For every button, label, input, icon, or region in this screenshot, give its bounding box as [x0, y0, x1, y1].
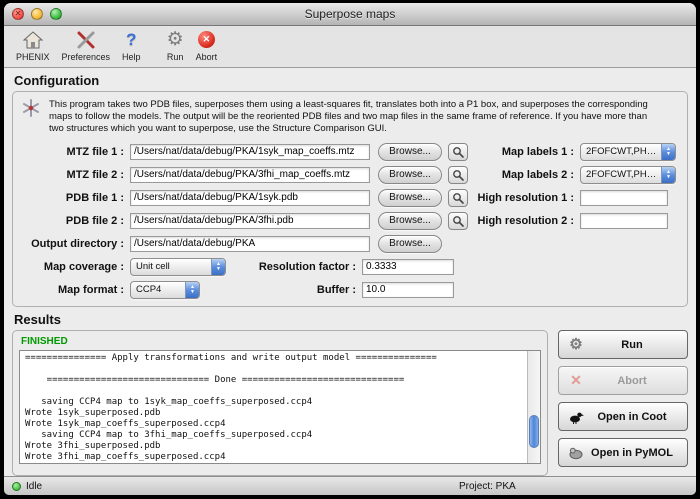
- abort-button-label: Abort: [585, 375, 679, 387]
- window-title: Superpose maps: [4, 3, 696, 25]
- browse-button-mtz1[interactable]: Browse...: [378, 143, 442, 161]
- status-bar: Idle Project: PKA: [4, 476, 696, 495]
- mtz-file-1-label: MTZ file 1 :: [20, 146, 130, 158]
- pdb-file-2-label: PDB file 2 :: [20, 215, 130, 227]
- toolbar-phenix-label: PHENIX: [16, 52, 50, 62]
- toolbar-phenix-button[interactable]: PHENIX: [16, 28, 50, 62]
- pdb-file-1-input[interactable]: [130, 190, 370, 206]
- form-row-output: Output directory : Browse...: [20, 232, 680, 255]
- abort-icon: ✕: [198, 28, 215, 51]
- browse-button-pdb2[interactable]: Browse...: [378, 212, 442, 230]
- pdb-file-2-input[interactable]: [130, 213, 370, 229]
- output-directory-label: Output directory :: [20, 238, 130, 250]
- configuration-panel: This program takes two PDB files, superp…: [12, 91, 688, 307]
- results-heading: Results: [14, 312, 696, 327]
- mtz-file-2-label: MTZ file 2 :: [20, 169, 130, 181]
- map-format-select[interactable]: CCP4 ▲▼: [130, 281, 200, 299]
- results-panel: FINISHED =============== Apply transform…: [12, 330, 548, 476]
- status-dot-icon: [12, 482, 21, 491]
- map-labels-2-label: Map labels 2 :: [468, 169, 580, 181]
- coot-bird-icon: [567, 410, 585, 424]
- help-icon: ?: [126, 28, 136, 51]
- phenix-logo-icon: [22, 99, 40, 135]
- configuration-heading: Configuration: [14, 73, 696, 88]
- run-button[interactable]: ⚙ Run: [558, 330, 688, 359]
- resolution-factor-label: Resolution factor :: [226, 261, 362, 273]
- toolbar-abort-button[interactable]: ✕ Abort: [196, 28, 218, 62]
- status-state: Idle: [26, 481, 42, 492]
- results-area: FINISHED =============== Apply transform…: [12, 330, 688, 476]
- high-resolution-1-input[interactable]: [580, 190, 668, 206]
- map-format-label: Map format :: [20, 284, 130, 296]
- mtz-file-2-input[interactable]: [130, 167, 370, 183]
- map-coverage-value: Unit cell: [136, 261, 208, 272]
- run-button-label: Run: [585, 339, 679, 351]
- map-coverage-label: Map coverage :: [20, 261, 130, 273]
- map-coverage-select[interactable]: Unit cell ▲▼: [130, 258, 226, 276]
- scrollbar-thumb[interactable]: [529, 415, 539, 449]
- magnifier-button-mtz2[interactable]: [448, 166, 468, 184]
- toolbar-abort-label: Abort: [196, 52, 218, 62]
- status-badge: FINISHED: [21, 336, 541, 347]
- form-row-format: Map format : CCP4 ▲▼ Buffer :: [20, 278, 680, 301]
- home-icon: [22, 28, 44, 51]
- magnifier-button-mtz1[interactable]: [448, 143, 468, 161]
- form-row-coverage: Map coverage : Unit cell ▲▼ Resolution f…: [20, 255, 680, 278]
- form-row-pdb2: PDB file 2 : Browse... High resolution 2…: [20, 209, 680, 232]
- toolbar-help-label: Help: [122, 52, 141, 62]
- mtz-file-1-input[interactable]: [130, 144, 370, 160]
- open-in-pymol-label: Open in PyMOL: [585, 447, 679, 459]
- app-window: ✕ Superpose maps PHENIX Preferences ? He…: [4, 3, 696, 495]
- gear-icon: ⚙: [567, 335, 585, 354]
- pymol-icon: [567, 446, 585, 460]
- form-row-pdb1: PDB file 1 : Browse... High resolution 1…: [20, 186, 680, 209]
- map-labels-2-value: 2FOFCWT,PHI2FOF...: [586, 169, 658, 180]
- popup-arrows-icon: ▲▼: [185, 282, 199, 298]
- tools-icon: [75, 28, 97, 51]
- title-bar: ✕ Superpose maps: [4, 3, 696, 26]
- resolution-factor-input[interactable]: [362, 259, 454, 275]
- toolbar-preferences-label: Preferences: [62, 52, 111, 62]
- magnifier-button-pdb1[interactable]: [448, 189, 468, 207]
- pdb-file-1-label: PDB file 1 :: [20, 192, 130, 204]
- toolbar-run-button[interactable]: ⚙ Run: [167, 28, 184, 62]
- description-text: This program takes two PDB files, superp…: [49, 99, 661, 135]
- toolbar-preferences-button[interactable]: Preferences: [62, 28, 111, 62]
- buffer-input[interactable]: [362, 282, 454, 298]
- project-label: Project: PKA: [459, 481, 516, 492]
- buffer-label: Buffer :: [226, 284, 362, 296]
- popup-arrows-icon: ▲▼: [661, 167, 675, 183]
- browse-button-pdb1[interactable]: Browse...: [378, 189, 442, 207]
- map-format-value: CCP4: [136, 284, 182, 295]
- output-directory-input[interactable]: [130, 236, 370, 252]
- toolbar-help-button[interactable]: ? Help: [122, 28, 141, 62]
- browse-button-output[interactable]: Browse...: [378, 235, 442, 253]
- popup-arrows-icon: ▲▼: [661, 144, 675, 160]
- console-output[interactable]: =============== Apply transformations an…: [19, 350, 541, 464]
- form-row-mtz1: MTZ file 1 : Browse... Map labels 1 : 2F…: [20, 140, 680, 163]
- toolbar: PHENIX Preferences ? Help ⚙ Run ✕ Abort: [4, 26, 696, 68]
- program-description: This program takes two PDB files, superp…: [22, 99, 680, 135]
- map-labels-1-value: 2FOFCWT,PHI2FOF...: [586, 146, 658, 157]
- action-buttons: ⚙ Run ✕ Abort Open in Coot Open in PyMOL: [558, 330, 688, 476]
- magnifier-button-pdb2[interactable]: [448, 212, 468, 230]
- high-resolution-2-label: High resolution 2 :: [468, 215, 580, 227]
- map-labels-1-select[interactable]: 2FOFCWT,PHI2FOF... ▲▼: [580, 143, 676, 161]
- form-row-mtz2: MTZ file 2 : Browse... Map labels 2 : 2F…: [20, 163, 680, 186]
- popup-arrows-icon: ▲▼: [211, 259, 225, 275]
- gear-icon: ⚙: [167, 28, 184, 51]
- map-labels-1-label: Map labels 1 :: [468, 146, 580, 158]
- high-resolution-1-label: High resolution 1 :: [468, 192, 580, 204]
- high-resolution-2-input[interactable]: [580, 213, 668, 229]
- console-scrollbar[interactable]: [527, 351, 540, 463]
- open-in-coot-label: Open in Coot: [585, 411, 679, 423]
- browse-button-mtz2[interactable]: Browse...: [378, 166, 442, 184]
- toolbar-run-label: Run: [167, 52, 184, 62]
- open-in-coot-button[interactable]: Open in Coot: [558, 402, 688, 431]
- abort-x-icon: ✕: [567, 372, 585, 389]
- open-in-pymol-button[interactable]: Open in PyMOL: [558, 438, 688, 467]
- map-labels-2-select[interactable]: 2FOFCWT,PHI2FOF... ▲▼: [580, 166, 676, 184]
- abort-button[interactable]: ✕ Abort: [558, 366, 688, 395]
- console-text: =============== Apply transformations an…: [20, 351, 540, 464]
